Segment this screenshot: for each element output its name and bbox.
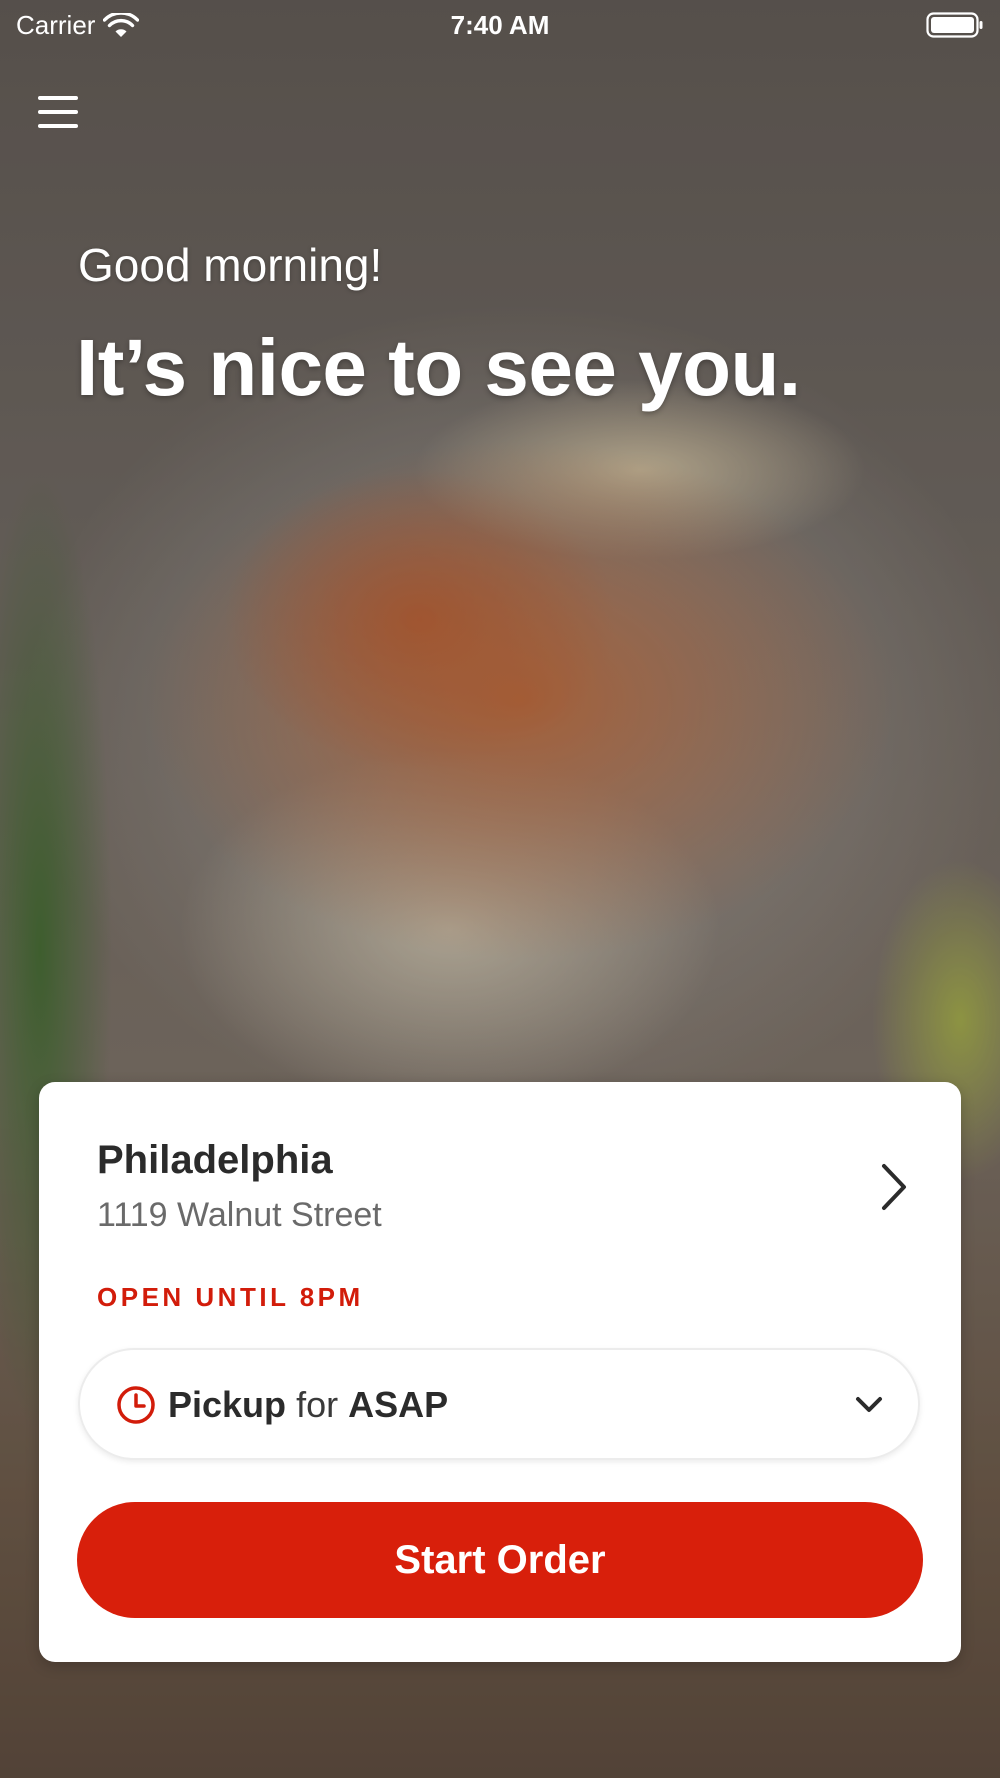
battery-icon	[926, 12, 983, 38]
order-mode-connector: for	[296, 1384, 339, 1425]
start-order-button[interactable]: Start Order	[77, 1502, 923, 1618]
hamburger-menu-icon[interactable]	[30, 90, 86, 138]
app-screen: Carrier 7:40 AM Good morning! It’s nice …	[0, 0, 1000, 1778]
open-status-label: OPEN UNTIL 8PM	[97, 1282, 364, 1312]
menu-line	[38, 96, 78, 100]
clock-icon	[117, 1386, 155, 1424]
status-bar: Carrier 7:40 AM	[0, 0, 1000, 50]
status-time: 7:40 AM	[450, 10, 550, 40]
order-mode-time: ASAP	[348, 1384, 449, 1425]
greeting-headline: It’s nice to see you.	[76, 323, 801, 412]
chevron-right-icon	[882, 1164, 906, 1210]
menu-line	[38, 110, 78, 114]
order-mode-type: Pickup	[168, 1384, 287, 1425]
location-address: 1119 Walnut Street	[97, 1196, 382, 1234]
chevron-down-icon	[856, 1397, 882, 1412]
location-name: Philadelphia	[97, 1138, 333, 1182]
location-selector[interactable]: Philadelphia 1119 Walnut Street	[39, 1082, 961, 1262]
greeting-subtitle: Good morning!	[78, 239, 383, 291]
order-mode-dropdown[interactable]: Pickup for ASAP	[78, 1348, 920, 1460]
order-card: Philadelphia 1119 Walnut Street OPEN UNT…	[39, 1082, 961, 1662]
order-mode-text: Pickup for ASAP	[168, 1384, 448, 1426]
menu-line	[38, 124, 78, 128]
